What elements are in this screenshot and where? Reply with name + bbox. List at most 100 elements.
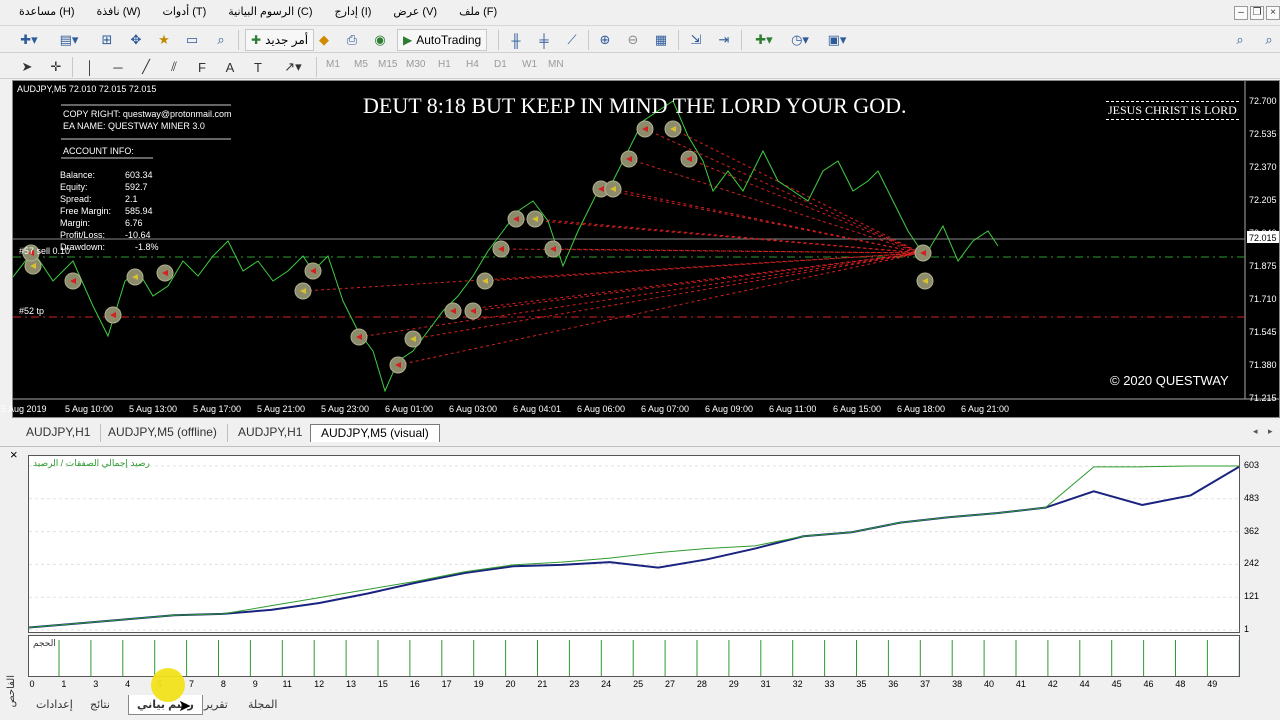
channel-icon[interactable]: ⫽ bbox=[165, 56, 183, 78]
menu-window[interactable]: نافذة (W) bbox=[86, 5, 152, 18]
close-icon[interactable]: × bbox=[1266, 6, 1280, 20]
autotrading-icon: ▶ bbox=[403, 33, 413, 47]
time-tick-label: 5 Aug 13:00 bbox=[129, 404, 178, 414]
timeframe-m15[interactable]: M15 bbox=[378, 59, 397, 70]
graph-x-tick: 21 bbox=[537, 679, 548, 689]
timeframe-mn[interactable]: MN bbox=[548, 59, 564, 70]
menu-insert[interactable]: إدارج (I) bbox=[324, 5, 383, 18]
time-tick-label: 5 Aug 23:00 bbox=[321, 404, 370, 414]
graph-x-tick: 9 bbox=[252, 679, 258, 689]
signals-icon[interactable]: ◉ bbox=[371, 29, 389, 51]
graph-x-tick: 36 bbox=[888, 679, 899, 689]
order-line bbox=[358, 252, 922, 338]
chart-tab-audjpy-m5-visual[interactable]: AUDJPY,M5 (visual) bbox=[310, 424, 440, 442]
candlestick-icon[interactable]: ╪ bbox=[535, 29, 553, 51]
time-tick-label: 6 Aug 11:00 bbox=[769, 404, 817, 414]
bar-chart-icon[interactable]: ╫ bbox=[507, 29, 525, 51]
navigator-icon[interactable]: ✥ bbox=[127, 29, 145, 51]
auto-scroll-icon[interactable]: ⇲ bbox=[687, 29, 705, 51]
text-label-icon[interactable]: T bbox=[249, 56, 267, 78]
text-tool-icon[interactable]: A bbox=[221, 56, 239, 78]
price-chart-window[interactable]: AUDJPY,M5 72.010 72.015 72.015 COPY RIGH… bbox=[1, 80, 1280, 418]
experts-icon[interactable]: ⎙ bbox=[343, 29, 361, 51]
templates-icon[interactable]: ▣▾ bbox=[822, 29, 852, 51]
crosshair-icon[interactable]: ✛ bbox=[47, 56, 65, 78]
profiles-icon[interactable]: ▤▾ bbox=[54, 29, 84, 51]
periods-icon[interactable]: ◷▾ bbox=[786, 29, 814, 51]
chart-tab-audjpy-m5-offline[interactable]: AUDJPY,M5 (offline) bbox=[98, 424, 228, 442]
cursor-icon[interactable]: ➤ bbox=[18, 56, 36, 78]
zoom-out-icon[interactable]: ⊖ bbox=[624, 29, 642, 51]
fibonacci-icon[interactable]: F bbox=[193, 56, 211, 78]
tester-side-label: الفاحص bbox=[6, 675, 17, 708]
search-field-icon[interactable]: ⌕ bbox=[1259, 29, 1279, 51]
search-icon[interactable]: ⌕ bbox=[1231, 29, 1249, 51]
menu-file[interactable]: ملف (F) bbox=[448, 5, 508, 18]
menu-items: ملف (F) عرض (V) إدارج (I) الرسوم البياني… bbox=[8, 5, 508, 18]
timeframe-d1[interactable]: D1 bbox=[494, 59, 507, 70]
timeframe-m5[interactable]: M5 bbox=[354, 59, 368, 70]
timeframe-m1[interactable]: M1 bbox=[326, 59, 340, 70]
time-tick-label: 6 Aug 15:00 bbox=[833, 404, 882, 414]
metaeditor-icon[interactable]: ◆ bbox=[315, 29, 333, 51]
chart-shift-icon[interactable]: ⇥ bbox=[715, 29, 733, 51]
autotrading-label: AutoTrading bbox=[416, 33, 482, 47]
graph-x-tick: 28 bbox=[696, 679, 707, 689]
close-panel-icon[interactable]: × bbox=[10, 447, 18, 462]
timeframe-h4[interactable]: H4 bbox=[466, 59, 479, 70]
horizontal-line-icon[interactable]: ─ bbox=[109, 56, 127, 78]
timeframe-w1[interactable]: W1 bbox=[522, 59, 537, 70]
graph-x-tick: 25 bbox=[633, 679, 644, 689]
account-value: -10.64 bbox=[125, 230, 151, 240]
strategy-tester-icon[interactable]: ⌕ bbox=[212, 29, 230, 51]
menu-view[interactable]: عرض (V) bbox=[382, 5, 448, 18]
indicators-icon[interactable]: ✚▾ bbox=[750, 29, 778, 51]
arrows-icon[interactable]: ↗▾ bbox=[279, 56, 307, 78]
time-tick-label: 6 Aug 04:01 bbox=[513, 404, 562, 414]
autotrading-button[interactable]: ▶ AutoTrading bbox=[397, 29, 488, 51]
new-order-button[interactable]: ✚ أمر جديد bbox=[245, 29, 315, 51]
graph-x-tick: 35 bbox=[856, 679, 867, 689]
chart-tab-audjpy-h1[interactable]: AUDJPY,H1 bbox=[16, 424, 102, 442]
time-tick-label: 5 Aug 17:00 bbox=[193, 404, 242, 414]
market-watch-icon[interactable]: ⊞ bbox=[98, 29, 116, 51]
menu-charts[interactable]: الرسوم البيانية (C) bbox=[217, 5, 323, 18]
graph-x-tick: 23 bbox=[569, 679, 580, 689]
favorites-icon[interactable]: ★ bbox=[155, 29, 173, 51]
tab-scroll-right-icon[interactable]: ▸ bbox=[1268, 426, 1273, 437]
tab-settings[interactable]: إعدادات bbox=[28, 695, 81, 715]
price-tick-label: 71.545 bbox=[1249, 327, 1277, 337]
graph-x-tick: 24 bbox=[601, 679, 612, 689]
bible-verse-overlay: DEUT 8:18 BUT KEEP IN MIND THE LORD YOUR… bbox=[363, 93, 907, 118]
time-tick-label: 6 Aug 18:00 bbox=[897, 404, 946, 414]
restore-icon[interactable]: ❐ bbox=[1250, 6, 1264, 20]
account-value: 2.1 bbox=[125, 194, 138, 204]
menu-tools[interactable]: أدوات (T) bbox=[151, 5, 217, 18]
time-tick-label: 5 Aug 21:00 bbox=[257, 404, 306, 414]
new-chart-icon[interactable]: ✚▾ bbox=[14, 29, 44, 51]
minimize-icon[interactable]: – bbox=[1234, 6, 1248, 20]
menu-help[interactable]: مساعدة (H) bbox=[8, 5, 86, 18]
tab-report[interactable]: تقرير bbox=[196, 695, 236, 715]
account-label: Spread: bbox=[60, 194, 92, 204]
order-line bbox=[644, 128, 922, 254]
tab-results[interactable]: نتائج bbox=[82, 695, 118, 715]
tab-journal[interactable]: المجلة bbox=[240, 695, 285, 715]
graph-x-tick: 38 bbox=[952, 679, 963, 689]
vertical-line-icon[interactable]: │ bbox=[81, 56, 99, 78]
chart-tab-audjpy-h1-2[interactable]: AUDJPY,H1 bbox=[228, 424, 314, 442]
terminal-icon[interactable]: ▭ bbox=[183, 29, 201, 51]
zoom-in-icon[interactable]: ⊕ bbox=[596, 29, 614, 51]
current-price-label: 72.015 bbox=[1249, 233, 1277, 243]
timeframe-h1[interactable]: H1 bbox=[438, 59, 451, 70]
timeframe-m30[interactable]: M30 bbox=[406, 59, 425, 70]
line-chart-icon[interactable]: ⟋ bbox=[563, 29, 581, 51]
price-tick-label: 71.710 bbox=[1249, 294, 1277, 304]
trendline-icon[interactable]: ╱ bbox=[137, 56, 155, 78]
graph-y-tick: 483 bbox=[1244, 492, 1260, 503]
graph-x-tick: 13 bbox=[345, 679, 356, 689]
tile-windows-icon[interactable]: ▦ bbox=[652, 29, 670, 51]
price-tick-label: 72.205 bbox=[1249, 195, 1277, 205]
balance-graph: رصيد إجمالي الصفقات / الرصيد bbox=[28, 455, 1240, 633]
tab-scroll-left-icon[interactable]: ◂ bbox=[1253, 426, 1258, 437]
